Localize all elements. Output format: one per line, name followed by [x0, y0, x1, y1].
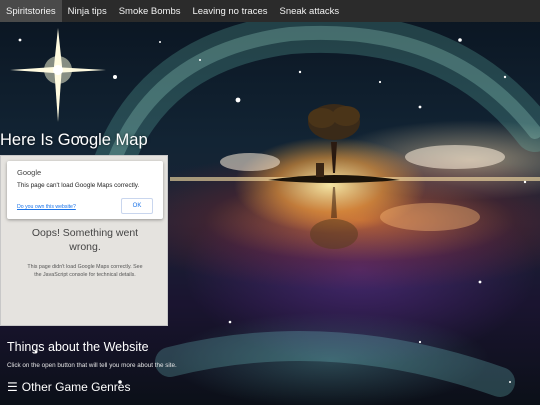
hamburger-icon: ☰	[7, 380, 18, 394]
other-game-genres-button[interactable]: ☰ Other Game Genres	[7, 380, 130, 394]
google-logo: Google	[17, 168, 42, 177]
nav-item-spiritstories[interactable]: Spiritstories	[0, 0, 62, 22]
page-title: Here Is Google Map	[0, 131, 148, 149]
map-error-message: This page can't load Google Maps correct…	[17, 182, 140, 189]
tree-silhouette	[268, 104, 400, 249]
nav-item-leaving-no-traces[interactable]: Leaving no traces	[186, 0, 273, 22]
map-error-dialog: Google This page can't load Google Maps …	[7, 161, 163, 219]
own-website-link[interactable]: Do you own this website?	[17, 204, 76, 210]
nav-item-ninja-tips[interactable]: Ninja tips	[62, 0, 113, 22]
google-map[interactable]: Google This page can't load Google Maps …	[0, 155, 168, 326]
nav-item-smoke-bombs[interactable]: Smoke Bombs	[113, 0, 187, 22]
about-section-title: Things about the Website	[7, 340, 149, 354]
cloud-bank	[220, 145, 505, 231]
about-section-description: Click on the open button that will tell …	[7, 362, 177, 369]
ok-button[interactable]: OK	[121, 198, 153, 214]
nav-item-sneak-attacks[interactable]: Sneak attacks	[273, 0, 345, 22]
other-game-genres-label: Other Game Genres	[21, 380, 131, 394]
top-nav: Spiritstories Ninja tips Smoke Bombs Lea…	[0, 0, 540, 22]
map-oops-title: Oops! Something went wrong.	[31, 227, 139, 253]
galaxy-arc	[90, 22, 540, 397]
glowing-star-icon	[10, 28, 106, 122]
map-oops-detail: This page didn't load Google Maps correc…	[27, 264, 143, 278]
